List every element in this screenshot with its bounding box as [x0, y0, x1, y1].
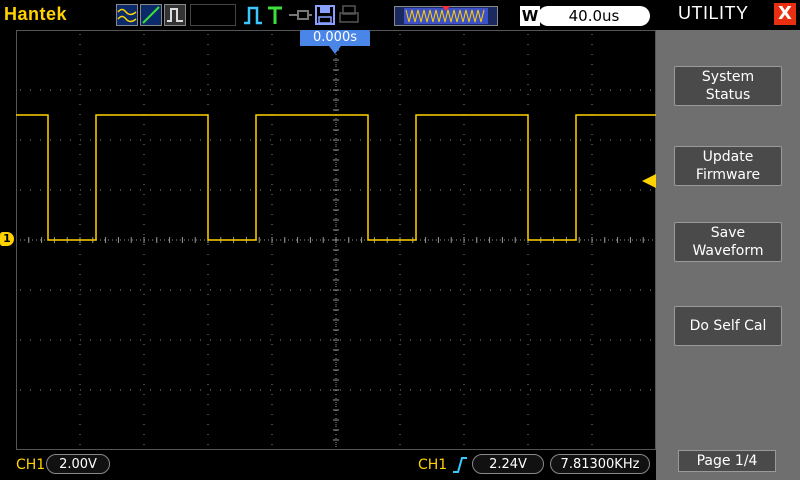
- timebase-display[interactable]: 40.0us: [538, 6, 650, 26]
- waveform-mode-label: W: [520, 6, 540, 26]
- do-self-cal-button[interactable]: Do Self Cal: [674, 306, 782, 346]
- menu-title-bar: UTILITY X: [656, 0, 800, 30]
- memory-depth-icon: [394, 6, 498, 26]
- print-icon[interactable]: [338, 4, 360, 26]
- page-button[interactable]: Page 1/4: [678, 450, 776, 472]
- blank-box: [190, 4, 236, 26]
- probe-icon[interactable]: [288, 8, 312, 22]
- utility-menu-panel: UTILITY X System Status Update Firmware …: [656, 0, 800, 480]
- trigger-position[interactable]: 0.000s: [300, 30, 370, 46]
- ch1-scale[interactable]: 2.00V: [46, 454, 110, 474]
- save-icon[interactable]: [314, 4, 336, 26]
- save-waveform-button[interactable]: Save Waveform: [674, 222, 782, 262]
- menu-title: UTILITY: [678, 3, 749, 23]
- trigger-level-arrow-icon[interactable]: [642, 174, 656, 188]
- ch1-trace: [16, 114, 656, 241]
- trigger-T-icon[interactable]: [266, 4, 284, 26]
- ch1-label: CH1: [16, 457, 46, 473]
- waveform-display: [16, 30, 656, 450]
- top-status-bar: Hantek W 40.0us: [0, 0, 656, 30]
- frequency-readout: 7.81300KHz: [550, 454, 650, 474]
- close-button[interactable]: X: [774, 3, 796, 25]
- square-icon[interactable]: [164, 4, 186, 26]
- wave-icon[interactable]: [116, 4, 138, 26]
- ramp-icon[interactable]: [140, 4, 162, 26]
- bottom-status-bar: CH1 2.00V CH1 2.24V 7.81300KHz: [0, 450, 656, 480]
- brand-logo: Hantek: [4, 4, 68, 24]
- system-status-button[interactable]: System Status: [674, 66, 782, 106]
- trigger-source-label: CH1: [418, 457, 448, 473]
- update-firmware-button[interactable]: Update Firmware: [674, 146, 782, 186]
- run-marker-icon[interactable]: [242, 4, 264, 26]
- trigger-level[interactable]: 2.24V: [472, 454, 544, 474]
- trigger-position-arrow-icon: [329, 46, 341, 54]
- rising-edge-icon: [453, 457, 467, 473]
- ch1-ground-marker[interactable]: 1: [0, 232, 14, 246]
